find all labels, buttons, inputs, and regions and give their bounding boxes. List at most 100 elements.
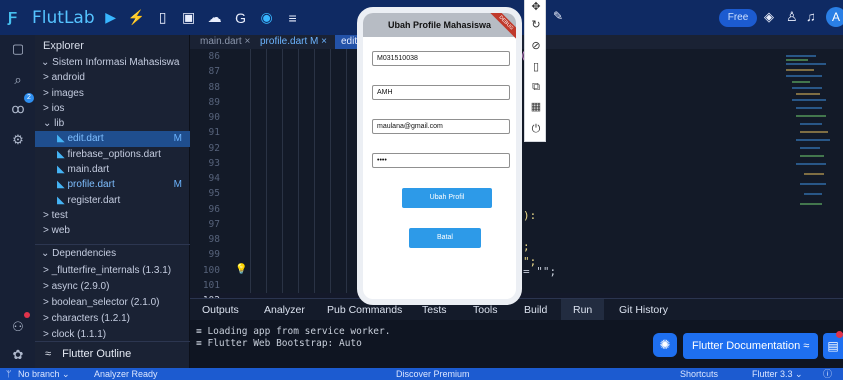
notification-dot — [836, 331, 843, 338]
tab-profile-dart[interactable]: profile.dart M × — [254, 35, 333, 49]
phone-frame-icon[interactable]: ▯ — [529, 60, 543, 74]
brand: Ƒ FlutLab — [8, 8, 95, 28]
open-external-icon[interactable]: ⧉ — [529, 80, 543, 94]
tree-item-label: register.dart — [67, 194, 121, 206]
free-badge[interactable]: Free — [719, 9, 757, 27]
tree-item[interactable]: > ios — [35, 101, 190, 116]
name-field[interactable]: AMH — [372, 85, 510, 100]
notification-dot — [24, 312, 30, 318]
move-icon[interactable]: ✥ — [529, 0, 543, 14]
line-number: 94 — [208, 173, 220, 184]
nim-field[interactable]: M031510038 — [372, 51, 510, 66]
add-user-icon[interactable]: ♙ — [786, 9, 798, 25]
tree-item[interactable]: > android — [35, 70, 190, 85]
tab-outputs[interactable]: Outputs — [202, 299, 239, 321]
bolt-icon[interactable]: ⚡ — [127, 9, 147, 26]
avatar[interactable]: A — [826, 7, 843, 27]
line-number: 87 — [208, 66, 220, 78]
project-name: Sistem Informasi Mahasiswa — [52, 57, 180, 68]
ai-assistant-button[interactable]: ✺ — [653, 333, 677, 357]
flutter-documentation-button[interactable]: Flutter Documentation ≈ — [683, 333, 818, 359]
discover-premium-link[interactable]: Discover Premium — [396, 368, 470, 380]
tab-analyzer[interactable]: Analyzer — [264, 299, 305, 321]
tab-build[interactable]: Build — [524, 299, 547, 321]
flutlab-logo-icon: Ƒ — [8, 8, 18, 26]
dependency-item[interactable]: > _flutterfire_internals (1.3.1) — [35, 263, 190, 279]
dart-file-icon: ◣ — [57, 133, 65, 145]
outline-title: Flutter Outline — [62, 348, 132, 360]
play-icon[interactable]: ▶ — [101, 9, 121, 26]
dependencies-header[interactable]: ⌄ Dependencies — [35, 245, 190, 263]
settings-icon[interactable]: ◉ — [257, 9, 277, 26]
tree-item[interactable]: > images — [35, 86, 190, 101]
password-field[interactable]: •••• — [372, 153, 510, 168]
tab-main-dart[interactable]: main.dart × — [194, 35, 256, 49]
account-icon[interactable]: ⚇ — [9, 318, 27, 336]
qr-code-icon[interactable]: ▦ — [529, 100, 543, 114]
branch-icon: ᛘ — [6, 369, 12, 379]
cloud-icon[interactable]: ☁ — [205, 9, 225, 26]
dependency-item[interactable]: > async (2.9.0) — [35, 279, 190, 295]
git-icon[interactable]: G — [231, 10, 251, 26]
shortcuts-link[interactable]: Shortcuts — [680, 368, 718, 380]
line-number: 98 — [208, 234, 220, 245]
layers-icon[interactable]: ◈ — [764, 9, 774, 25]
search-icon[interactable]: ⌕ — [9, 71, 27, 89]
flutter-version-select[interactable]: Flutter 3.3 ⌄ — [752, 368, 803, 380]
console-line: ≡ Loading app from service worker. — [196, 326, 391, 337]
app-bar-title: Ubah Profile Mahasiswa — [387, 20, 492, 30]
dart-file-icon: ◣ — [57, 148, 65, 160]
rotate-icon[interactable]: ↻ — [529, 18, 543, 32]
tab-git-history[interactable]: Git History — [619, 299, 668, 321]
line-gutter: 86 87 88 89 90 91 92 93 94 95 96 97 98 9… — [190, 49, 230, 324]
tree-item-edit-dart[interactable]: ◣ edit.dart M — [35, 131, 190, 147]
tree-item-register-dart[interactable]: ◣ register.dart — [35, 193, 190, 208]
flutter-outline-header[interactable]: ≈ Flutter Outline — [35, 341, 190, 367]
save-icon[interactable]: ▣ — [179, 9, 199, 26]
status-bar: ᛘ No branch ⌄ Analyzer Ready Discover Pr… — [0, 368, 843, 380]
branch-status[interactable]: No branch ⌄ — [18, 368, 70, 380]
dependency-item[interactable]: > characters (1.2.1) — [35, 311, 190, 327]
tree-item[interactable]: > web — [35, 223, 190, 238]
tree-item-firebase-options[interactable]: ◣ firebase_options.dart — [35, 147, 190, 162]
tree-item[interactable]: > test — [35, 208, 190, 223]
device-preview: Ubah Profile Mahasiswa DEBUG M031510038 … — [357, 7, 522, 305]
tree-item-label: profile.dart — [67, 179, 115, 191]
bell-icon[interactable]: ♫ — [806, 9, 816, 24]
source-control-icon[interactable]: ꝏ — [9, 100, 27, 118]
power-icon[interactable]: ⏻ — [529, 122, 543, 136]
tree-item-main-dart[interactable]: ◣ main.dart — [35, 162, 190, 177]
lightbulb-icon[interactable]: 💡 — [235, 264, 247, 275]
cancel-button[interactable]: Batal — [409, 228, 481, 248]
pencil-icon[interactable]: ✎ — [553, 9, 563, 23]
tab-run[interactable]: Run — [561, 299, 605, 321]
tree-item[interactable]: ⌄ lib — [35, 116, 190, 131]
line-number: 99 — [208, 249, 220, 261]
menu-icon[interactable]: ≡ — [283, 10, 303, 26]
explorer-title: Explorer — [43, 40, 84, 52]
update-profile-button[interactable]: Ubah Profil — [402, 188, 492, 208]
no-frame-icon[interactable]: ⊘ — [529, 39, 543, 53]
line-number: 90 — [208, 112, 220, 123]
chevron-up-icon: ≈ — [45, 348, 52, 360]
device-icon[interactable]: ▯ — [153, 9, 173, 26]
gear-icon[interactable]: ✿ — [9, 346, 27, 364]
file-tree: ⌄ Sistem Informasi Mahasiswa > android >… — [35, 55, 190, 239]
email-field[interactable]: maulana@gmail.com — [372, 119, 510, 134]
extensions-icon[interactable]: ⚙ — [9, 131, 27, 149]
line-number: 97 — [208, 218, 220, 230]
preview-scrollbar[interactable] — [363, 300, 516, 304]
line-number: 95 — [208, 188, 220, 200]
project-root[interactable]: ⌄ Sistem Informasi Mahasiswa — [35, 55, 190, 70]
line-number: 91 — [208, 127, 220, 139]
tree-item-profile-dart[interactable]: ◣ profile.dart M — [35, 177, 190, 192]
files-icon[interactable]: ▢ — [9, 40, 27, 58]
help-icon[interactable]: ⓘ — [823, 368, 832, 380]
dart-file-icon: ◣ — [57, 164, 65, 176]
dependency-item[interactable]: > boolean_selector (2.1.0) — [35, 295, 190, 311]
minimap[interactable] — [786, 53, 834, 213]
openai-icon: ✺ — [659, 337, 671, 352]
tree-item-label: main.dart — [67, 164, 110, 176]
indent-guides — [250, 49, 370, 293]
line-number: 88 — [208, 81, 220, 93]
